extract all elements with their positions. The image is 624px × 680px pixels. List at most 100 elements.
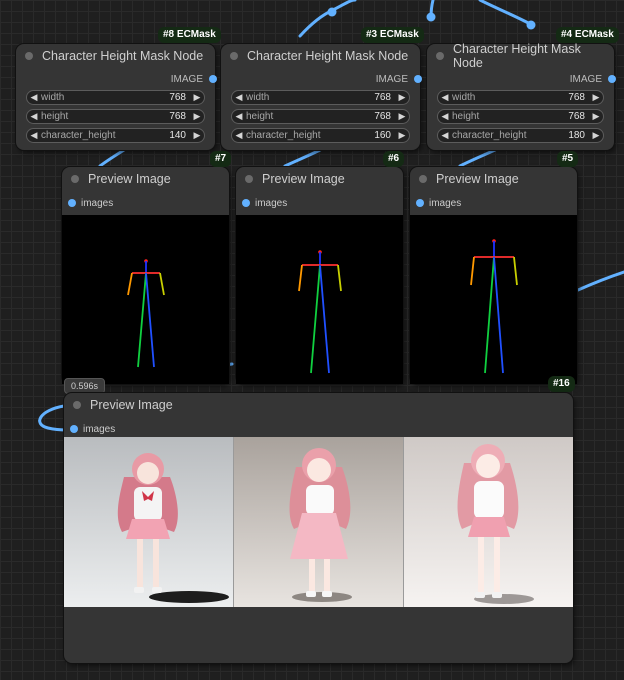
node-title-bar[interactable]: Preview Image: [64, 393, 573, 417]
mask-node-8[interactable]: Character Height Mask Node IMAGE ◀ width…: [16, 44, 217, 150]
widget-value[interactable]: 140: [169, 130, 186, 141]
anime-girl-image: [64, 437, 233, 607]
increment-arrow-icon[interactable]: ▶: [395, 111, 409, 122]
character-height-widget[interactable]: ◀ character_height 180 ▶: [437, 128, 604, 143]
collapse-toggle[interactable]: [230, 52, 238, 60]
input-socket-icon[interactable]: [68, 199, 76, 207]
node-title-bar[interactable]: Preview Image: [62, 167, 229, 191]
height-widget[interactable]: ◀ height 768 ▶: [437, 109, 604, 124]
increment-arrow-icon[interactable]: ▶: [190, 130, 204, 141]
widget-name: height: [41, 111, 69, 122]
widget-name: character_height: [452, 130, 527, 141]
output-socket-icon[interactable]: [414, 75, 422, 83]
width-widget[interactable]: ◀ width 768 ▶: [26, 90, 205, 105]
increment-arrow-icon[interactable]: ▶: [589, 111, 603, 122]
node-title-bar[interactable]: Preview Image: [236, 167, 403, 191]
image-gallery[interactable]: [64, 437, 573, 607]
node-title: Preview Image: [90, 398, 173, 412]
link-wire: [98, 148, 126, 168]
input-socket-icon[interactable]: [416, 199, 424, 207]
decrement-arrow-icon[interactable]: ◀: [27, 111, 41, 122]
output-slot[interactable]: IMAGE: [376, 72, 422, 86]
output-socket-icon[interactable]: [209, 75, 217, 83]
input-label: images: [255, 197, 288, 209]
widget-name: height: [452, 111, 480, 122]
widget-value[interactable]: 180: [568, 130, 585, 141]
preview-node-5[interactable]: Preview Image images: [410, 167, 577, 384]
pose-preview-image[interactable]: [62, 215, 229, 384]
pose-preview-image[interactable]: [410, 215, 577, 384]
collapse-toggle[interactable]: [245, 175, 253, 183]
node-title-bar[interactable]: Character Height Mask Node: [221, 44, 420, 68]
node-title-bar[interactable]: Preview Image: [410, 167, 577, 191]
input-slot[interactable]: images: [68, 197, 113, 209]
mask-node-3[interactable]: Character Height Mask Node IMAGE ◀ width…: [221, 44, 422, 150]
widget-value[interactable]: 768: [568, 111, 585, 122]
widget-name: width: [41, 92, 65, 103]
height-widget[interactable]: ◀ height 768 ▶: [231, 109, 410, 124]
widget-value[interactable]: 768: [374, 92, 391, 103]
input-socket-icon[interactable]: [242, 199, 250, 207]
width-widget[interactable]: ◀ width 768 ▶: [231, 90, 410, 105]
widget-name: character_height: [41, 130, 116, 141]
height-widget[interactable]: ◀ height 768 ▶: [26, 109, 205, 124]
link-wire: [478, 0, 534, 27]
collapse-toggle[interactable]: [73, 401, 81, 409]
character-height-widget[interactable]: ◀ character_height 140 ▶: [26, 128, 205, 143]
increment-arrow-icon[interactable]: ▶: [190, 92, 204, 103]
node-title-bar[interactable]: Character Height Mask Node: [427, 42, 614, 70]
width-widget[interactable]: ◀ width 768 ▶: [437, 90, 604, 105]
widget-value[interactable]: 768: [169, 111, 186, 122]
input-slot[interactable]: images: [242, 197, 287, 209]
input-slot[interactable]: images: [416, 197, 461, 209]
decrement-arrow-icon[interactable]: ◀: [438, 111, 452, 122]
decrement-arrow-icon[interactable]: ◀: [232, 130, 246, 141]
increment-arrow-icon[interactable]: ▶: [395, 92, 409, 103]
decrement-arrow-icon[interactable]: ◀: [438, 92, 452, 103]
widget-name: character_height: [246, 130, 321, 141]
increment-arrow-icon[interactable]: ▶: [589, 130, 603, 141]
node-title-bar[interactable]: Character Height Mask Node: [16, 44, 215, 68]
link-wire: [298, 0, 357, 38]
node-title: Character Height Mask Node: [247, 49, 409, 63]
increment-arrow-icon[interactable]: ▶: [190, 111, 204, 122]
collapse-toggle[interactable]: [436, 52, 444, 60]
increment-arrow-icon[interactable]: ▶: [395, 130, 409, 141]
collapse-toggle[interactable]: [71, 175, 79, 183]
decrement-arrow-icon[interactable]: ◀: [438, 130, 452, 141]
widget-value[interactable]: 160: [374, 130, 391, 141]
pose-skeleton-image: [127, 259, 165, 368]
input-label: images: [81, 197, 114, 209]
decrement-arrow-icon[interactable]: ◀: [27, 92, 41, 103]
pose-preview-image[interactable]: [236, 215, 403, 384]
preview-node-7[interactable]: Preview Image images: [62, 167, 229, 384]
node-id-badge: #8 ECMask: [158, 27, 221, 43]
output-slot[interactable]: IMAGE: [170, 72, 217, 86]
output-socket-icon[interactable]: [608, 75, 616, 83]
output-label: IMAGE: [170, 73, 203, 85]
preview-node-6[interactable]: Preview Image images: [236, 167, 403, 384]
collapse-toggle[interactable]: [419, 175, 427, 183]
widget-value[interactable]: 768: [374, 111, 391, 122]
output-slot[interactable]: IMAGE: [570, 72, 616, 86]
pose-skeleton-image: [298, 250, 342, 374]
widget-value[interactable]: 768: [568, 92, 585, 103]
gallery-image[interactable]: [234, 437, 404, 607]
decrement-arrow-icon[interactable]: ◀: [232, 111, 246, 122]
widget-value[interactable]: 768: [169, 92, 186, 103]
character-height-widget[interactable]: ◀ character_height 160 ▶: [231, 128, 410, 143]
input-socket-icon[interactable]: [70, 425, 78, 433]
increment-arrow-icon[interactable]: ▶: [589, 92, 603, 103]
node-title: Preview Image: [262, 172, 345, 186]
node-id-badge: #5: [557, 151, 579, 167]
gallery-image[interactable]: [404, 437, 573, 607]
decrement-arrow-icon[interactable]: ◀: [27, 130, 41, 141]
mask-node-4[interactable]: Character Height Mask Node IMAGE ◀ width…: [427, 42, 616, 150]
node-title: Character Height Mask Node: [42, 49, 204, 63]
node-title: Character Height Mask Node: [453, 42, 581, 70]
gallery-image[interactable]: [64, 437, 234, 607]
collapse-toggle[interactable]: [25, 52, 33, 60]
decrement-arrow-icon[interactable]: ◀: [232, 92, 246, 103]
input-slot[interactable]: images: [70, 423, 115, 435]
widget-name: height: [246, 111, 274, 122]
